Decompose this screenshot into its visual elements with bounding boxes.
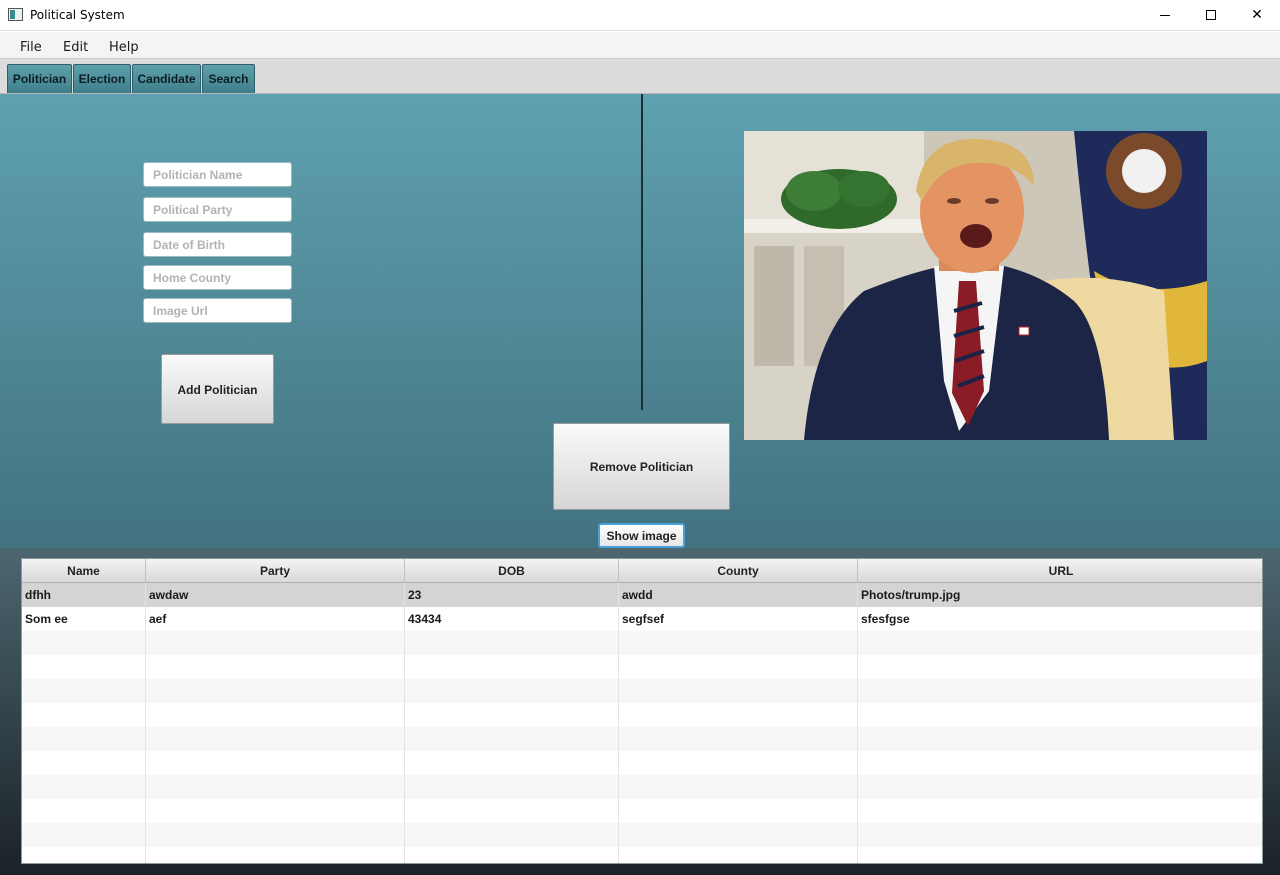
- cell-dob: 23: [405, 583, 619, 607]
- column-header-dob[interactable]: DOB: [405, 559, 619, 583]
- table-row-empty: [22, 775, 1262, 799]
- cell-dob: 43434: [405, 607, 619, 631]
- add-politician-button[interactable]: Add Politician: [161, 354, 274, 424]
- column-header-name[interactable]: Name: [22, 559, 146, 583]
- minimize-button[interactable]: [1142, 0, 1188, 31]
- window-title: Political System: [30, 8, 125, 22]
- menu-bar: File Edit Help: [0, 32, 1280, 59]
- column-header-county[interactable]: County: [619, 559, 858, 583]
- politician-name-input[interactable]: [143, 162, 292, 187]
- menu-edit[interactable]: Edit: [63, 40, 88, 55]
- title-bar: Political System ✕: [0, 0, 1280, 31]
- table-row-empty: [22, 655, 1262, 679]
- show-image-button[interactable]: Show image: [598, 523, 685, 548]
- table-row-empty: [22, 703, 1262, 727]
- tab-strip: Politician Election Candidate Search: [0, 59, 1280, 94]
- cell-name: Som ee: [22, 607, 146, 631]
- tab-candidate[interactable]: Candidate: [132, 64, 201, 93]
- cell-url: sfesfgse: [861, 612, 910, 626]
- table-row-empty: [22, 847, 1262, 863]
- app-window-icon: [8, 8, 23, 21]
- portrait-photo: [744, 131, 1207, 440]
- table-row[interactable]: Som ee aef 43434 segfsef sfesfgse: [22, 607, 1262, 631]
- cell-party: aef: [146, 607, 405, 631]
- cell-name: dfhh: [22, 583, 146, 607]
- date-of-birth-input[interactable]: [143, 232, 292, 257]
- tab-election[interactable]: Election: [73, 64, 131, 93]
- maximize-button[interactable]: [1188, 0, 1234, 31]
- tab-search[interactable]: Search: [202, 64, 255, 93]
- table-header: Name Party DOB County URL: [22, 559, 1262, 583]
- politician-panel: Add Politician Remove Politician Show im…: [0, 94, 1280, 548]
- cell-url: Photos/trump.jpg: [861, 588, 961, 602]
- home-county-input[interactable]: [143, 265, 292, 290]
- remove-politician-button[interactable]: Remove Politician: [553, 423, 730, 510]
- minimize-icon: [1160, 15, 1170, 16]
- cell-county: segfsef: [619, 607, 858, 631]
- table-row-empty: [22, 727, 1262, 751]
- politician-photo: [744, 131, 1207, 440]
- politician-table[interactable]: Name Party DOB County URL dfhh awdaw 23 …: [21, 558, 1263, 864]
- political-party-input[interactable]: [143, 197, 292, 222]
- image-url-input[interactable]: [143, 298, 292, 323]
- table-area: Name Party DOB County URL dfhh awdaw 23 …: [0, 548, 1280, 875]
- menu-help[interactable]: Help: [109, 40, 139, 55]
- table-row-empty: [22, 823, 1262, 847]
- table-row-empty: [22, 679, 1262, 703]
- cell-party: awdaw: [146, 583, 405, 607]
- table-row-empty: [22, 631, 1262, 655]
- cell-county: awdd: [619, 583, 858, 607]
- maximize-icon: [1206, 10, 1216, 20]
- column-header-party[interactable]: Party: [146, 559, 405, 583]
- close-button[interactable]: ✕: [1234, 0, 1280, 31]
- tab-politician[interactable]: Politician: [7, 64, 72, 93]
- table-row[interactable]: dfhh awdaw 23 awdd Photos/trump.jpg: [22, 583, 1262, 607]
- table-row-empty: [22, 799, 1262, 823]
- table-row-empty: [22, 751, 1262, 775]
- vertical-divider: [641, 94, 643, 410]
- close-icon: ✕: [1251, 7, 1263, 23]
- column-header-url[interactable]: URL: [858, 559, 1262, 583]
- menu-file[interactable]: File: [20, 40, 42, 55]
